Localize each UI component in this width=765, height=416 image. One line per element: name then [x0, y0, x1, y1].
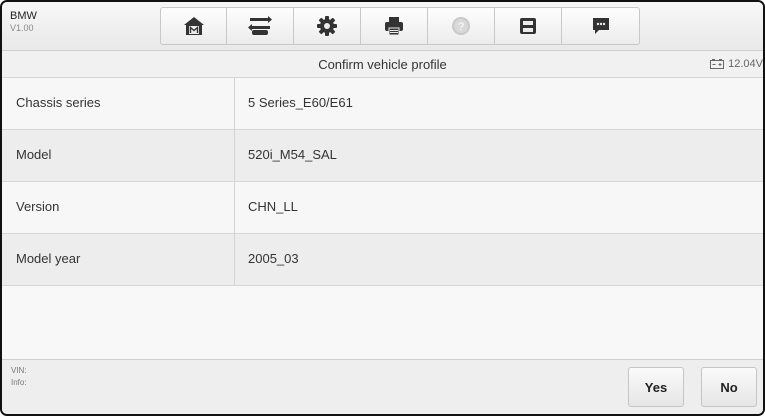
- battery-voltage: 12.04V: [710, 58, 763, 70]
- table-row: Model year 2005_03: [2, 234, 763, 286]
- page-title: Confirm vehicle profile: [318, 57, 447, 72]
- help-icon: ?: [452, 17, 470, 35]
- content-empty-area: [2, 286, 763, 359]
- battery-icon: [710, 59, 725, 69]
- column-divider: [234, 234, 235, 285]
- help-button[interactable]: ?: [428, 7, 495, 45]
- vehicle-profile-table: Chassis series 5 Series_E60/E61 Model 52…: [2, 78, 763, 286]
- toolbar: ?: [160, 7, 640, 45]
- save-icon: [520, 18, 536, 34]
- svg-text:?: ?: [458, 21, 464, 33]
- app-window: BMW V1.00 ? Confirm vehicle profile 12.0…: [0, 0, 765, 416]
- footer-bar: VIN: Info: Yes No: [2, 359, 763, 414]
- table-row: Chassis series 5 Series_E60/E61: [2, 78, 763, 130]
- row-label: Chassis series: [16, 95, 101, 110]
- settings-button[interactable]: [294, 7, 361, 45]
- info-label: Info:: [11, 378, 27, 387]
- column-divider: [234, 182, 235, 233]
- vin-label: VIN:: [11, 366, 27, 375]
- message-button[interactable]: [562, 7, 640, 45]
- printer-icon: [385, 17, 403, 36]
- no-button[interactable]: No: [701, 367, 757, 407]
- home-button[interactable]: [160, 7, 227, 45]
- row-value: 2005_03: [248, 251, 299, 266]
- row-value: CHN_LL: [248, 199, 298, 214]
- page-header: Confirm vehicle profile 12.04V: [2, 51, 763, 78]
- message-icon: [592, 18, 609, 34]
- row-label: Version: [16, 199, 60, 214]
- table-row: Model 520i_M54_SAL: [2, 130, 763, 182]
- top-bar: BMW V1.00 ?: [2, 2, 763, 51]
- row-value: 520i_M54_SAL: [248, 147, 337, 162]
- vehicle-swap-icon: [248, 16, 272, 35]
- home-icon: [183, 17, 204, 35]
- row-label: Model: [16, 147, 52, 162]
- gear-icon: [317, 16, 337, 36]
- yes-button[interactable]: Yes: [628, 367, 684, 407]
- table-row: Version CHN_LL: [2, 182, 763, 234]
- column-divider: [234, 78, 235, 129]
- voltage-value: 12.04V: [728, 58, 763, 70]
- print-button[interactable]: [361, 7, 428, 45]
- vehicle-swap-button[interactable]: [227, 7, 294, 45]
- app-name: BMW: [10, 10, 37, 22]
- save-button[interactable]: [495, 7, 562, 45]
- app-version: V1.00: [10, 23, 34, 33]
- column-divider: [234, 130, 235, 181]
- row-label: Model year: [16, 251, 81, 266]
- row-value: 5 Series_E60/E61: [248, 95, 353, 110]
